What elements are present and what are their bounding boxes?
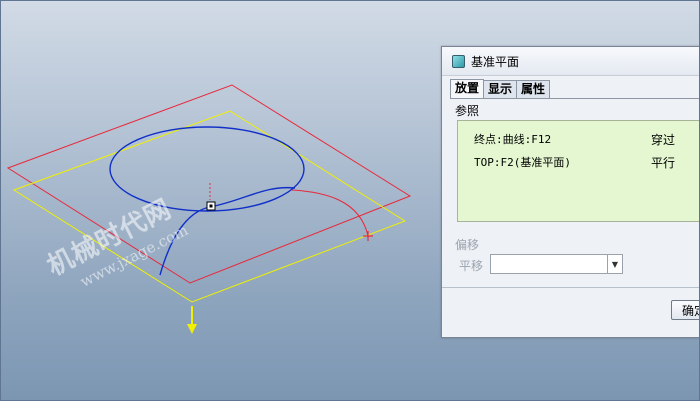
red-datum-plane[interactable] [6,84,412,284]
list-item[interactable]: TOP:F2(基准平面) 平行 [474,154,700,170]
dialog-title: 基准平面 [471,54,520,69]
reference-constraint[interactable]: 穿过 [651,131,675,148]
blue-ellipse-curve[interactable] [109,126,305,212]
dialog-titlebar[interactable]: 基准平面 [442,47,700,76]
translate-label: 平移 [459,259,484,273]
curve-endpoint-dot [209,204,213,208]
tab-placement[interactable]: 放置 [450,79,485,98]
dialog-tabs: 放置 显示 属性 [450,79,551,98]
offset-label: 偏移 [455,238,480,252]
reference-name: 终点:曲线:F12 [474,133,552,146]
dialog-divider [442,287,700,288]
datum-plane-icon [452,54,465,68]
translate-input[interactable]: ▼ [490,254,623,274]
ok-button[interactable]: 确定 [671,300,700,320]
reference-constraint[interactable]: 平行 [651,154,675,171]
datum-plane-dialog: 基准平面 放置 显示 属性 参照 终点:曲线:F12 穿过 TOP:F2(基准平… [441,46,700,338]
reference-name: TOP:F2(基准平面) [474,156,571,169]
tab-panel-border [450,98,700,99]
references-label: 参照 [455,104,480,118]
blue-tail-curve[interactable] [159,186,296,276]
red-cross-marker[interactable] [363,231,373,241]
red-curve[interactable] [291,189,369,237]
tab-display[interactable]: 显示 [483,80,518,98]
list-item[interactable]: 终点:曲线:F12 穿过 [474,131,700,147]
references-list[interactable]: 终点:曲线:F12 穿过 TOP:F2(基准平面) 平行 [457,120,700,222]
chevron-down-icon[interactable]: ▼ [607,255,622,273]
tab-properties[interactable]: 属性 [516,80,551,98]
normal-direction-arrow[interactable] [187,306,197,334]
